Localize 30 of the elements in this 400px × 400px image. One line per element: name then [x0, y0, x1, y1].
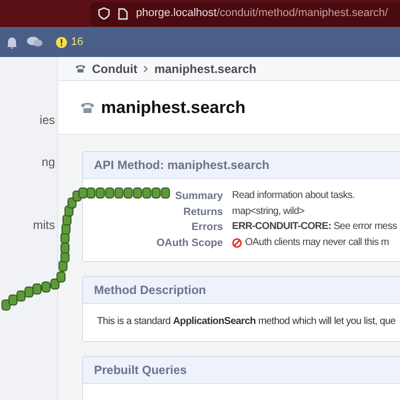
breadcrumb[interactable]: Conduit — [92, 60, 138, 78]
page-icon — [118, 8, 128, 20]
url-text: phorge.localhost/conduit/method/maniphest.search/ — [136, 6, 388, 22]
field-label: Errors — [190, 220, 223, 234]
phone-icon — [80, 101, 95, 114]
sidebar-item[interactable]: mits — [33, 216, 55, 234]
description-text: This is a standard ApplicationSearch method which will let you list, que — [96, 315, 397, 329]
field-label: Summary — [174, 189, 223, 204]
alert-count: 16 — [71, 34, 84, 50]
field-label: OAuth Scope — [155, 236, 223, 250]
card-header: API Method: maniphest.search — [94, 157, 270, 174]
chevron-icon — [143, 64, 148, 72]
field-label: Returns — [182, 204, 223, 219]
phone-icon — [75, 64, 86, 73]
alert-icon[interactable] — [56, 36, 67, 48]
field-value: map<string, wild> — [232, 204, 304, 218]
breadcrumb[interactable]: maniphest.search — [154, 60, 256, 78]
shield-icon — [98, 7, 110, 20]
card-header: Prebuilt Queries — [94, 362, 187, 379]
field-value: OAuth clients may never call this m — [245, 236, 389, 250]
prohibited-icon — [232, 238, 242, 248]
bell-icon[interactable] — [6, 36, 18, 48]
card-header: Method Description — [94, 282, 206, 299]
sidebar-item[interactable]: ies — [40, 111, 55, 129]
page-title: maniphest.search — [101, 96, 246, 119]
field-value: ERR-CONDUIT-CORE: See error mess — [232, 220, 397, 234]
chat-icon[interactable] — [27, 36, 43, 48]
url-field[interactable]: phorge.localhost/conduit/method/maniphest.search/ — [90, 2, 400, 26]
field-value: Read information about tasks. — [232, 189, 355, 203]
sidebar-item[interactable]: ng — [42, 153, 55, 171]
